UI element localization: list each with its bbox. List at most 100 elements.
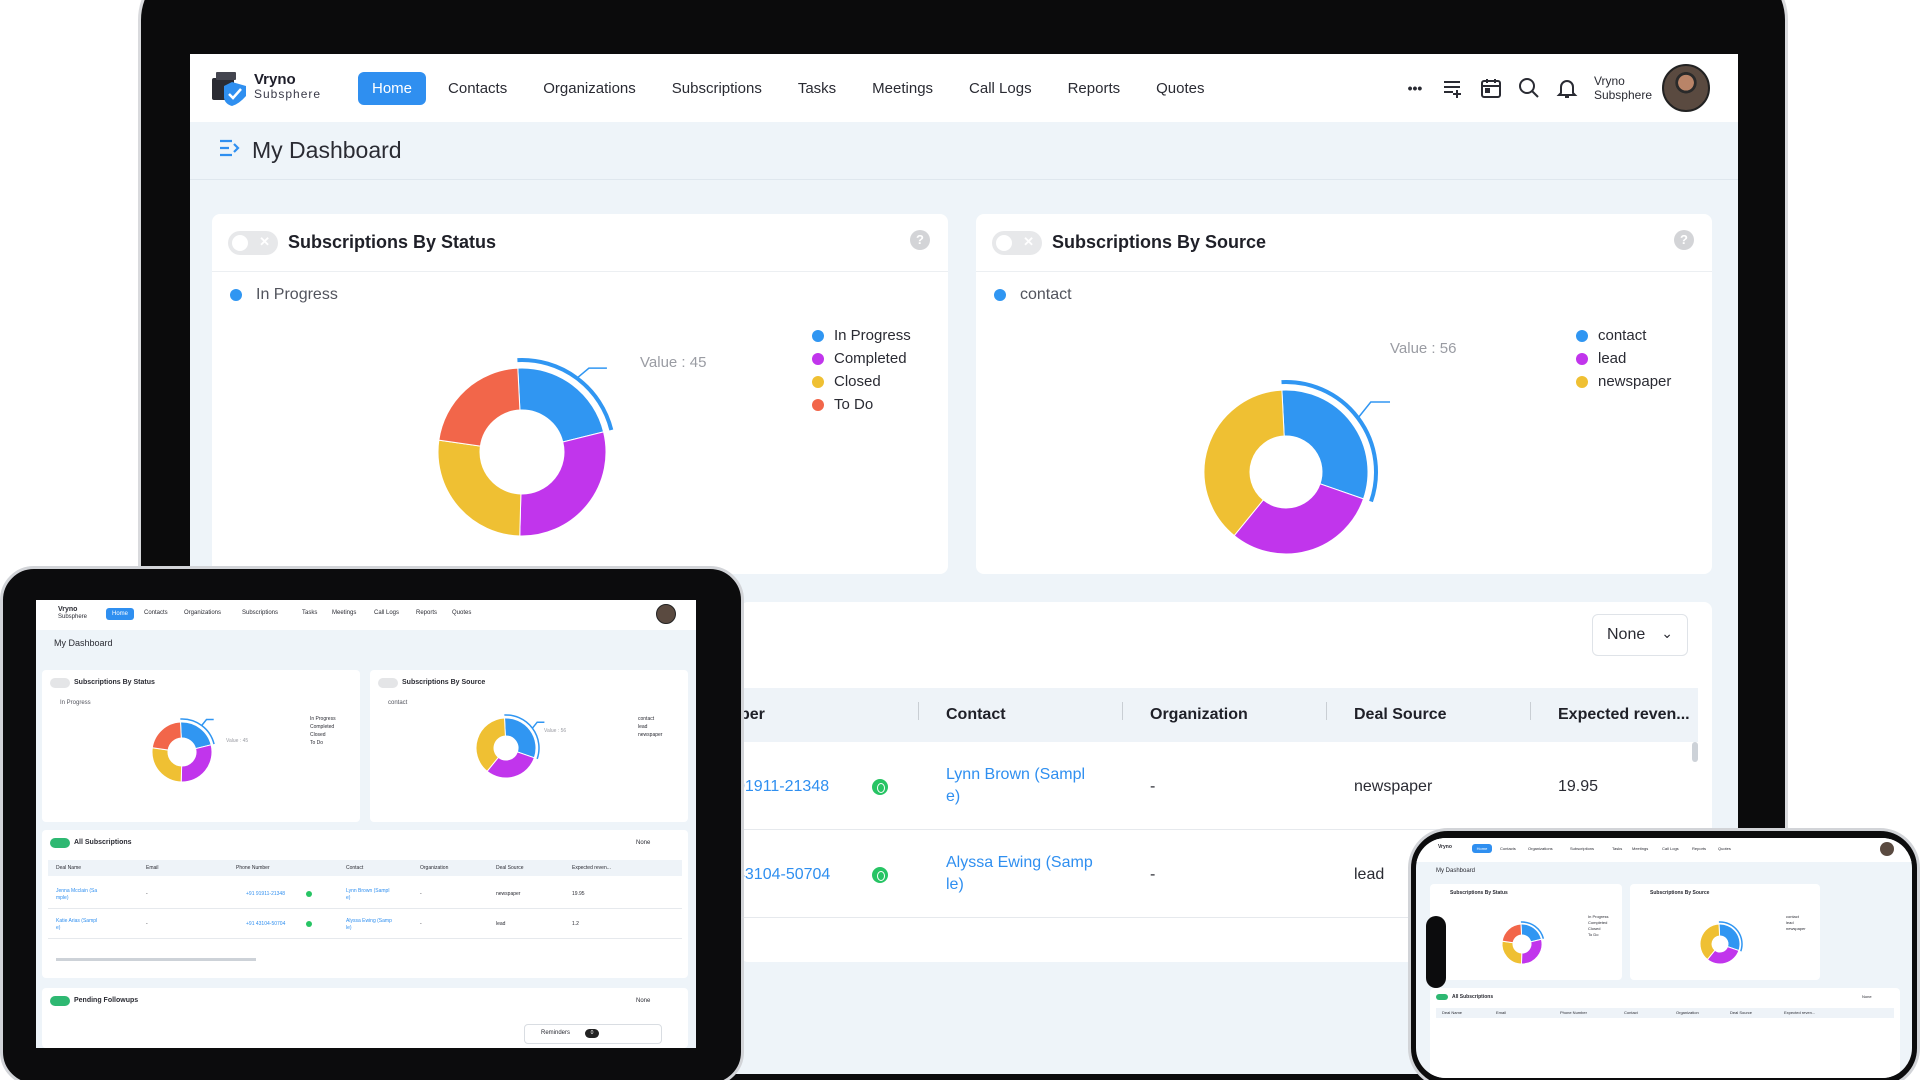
- contact-link-cont[interactable]: e): [346, 895, 350, 901]
- brand-logo[interactable]: Vryno Subsphere: [210, 68, 321, 106]
- source-donut-chart[interactable]: [976, 272, 1712, 572]
- phone-nav-quotes[interactable]: Quotes: [1718, 846, 1731, 851]
- column-header[interactable]: Contact: [1624, 1010, 1638, 1015]
- user-name[interactable]: Vryno Subsphere: [1594, 74, 1652, 102]
- source-donut-chart[interactable]: [1630, 884, 1820, 980]
- legend-item[interactable]: lead: [1786, 920, 1794, 925]
- column-header[interactable]: Contact: [346, 865, 363, 871]
- nav-call-logs[interactable]: Call Logs: [955, 72, 1046, 105]
- nav-meetings[interactable]: Meetings: [858, 72, 947, 105]
- status-donut-chart[interactable]: [42, 670, 360, 822]
- phone-avatar[interactable]: [1880, 842, 1894, 856]
- tablet-nav-contacts[interactable]: Contacts: [144, 610, 168, 616]
- legend-item[interactable]: In Progress: [812, 324, 911, 347]
- legend-item[interactable]: In Progress: [1588, 914, 1608, 919]
- contact-link[interactable]: Alyssa Ewing (Samp le): [946, 852, 1093, 896]
- column-header[interactable]: Phone Number: [1560, 1010, 1587, 1015]
- legend-item[interactable]: newspaper: [1786, 926, 1806, 931]
- tablet-nav-home[interactable]: Home: [106, 608, 134, 620]
- widget-toggle[interactable]: [1436, 994, 1448, 1000]
- phone-nav-organizations[interactable]: Organizations: [1528, 846, 1553, 851]
- nav-reports[interactable]: Reports: [1054, 72, 1135, 105]
- filter-select[interactable]: None ⌄: [1592, 614, 1688, 656]
- deal-name-link[interactable]: Katie Arias (Sampl: [56, 918, 97, 924]
- column-header[interactable]: Deal Name: [1442, 1010, 1462, 1015]
- phone-nav-meetings[interactable]: Meetings: [1632, 846, 1648, 851]
- bell-icon[interactable]: [1554, 75, 1580, 101]
- deal-name-link-cont[interactable]: e): [56, 925, 60, 931]
- menu-expand-icon[interactable]: [218, 137, 242, 165]
- donut-slice-contact[interactable]: [503, 717, 537, 759]
- source-donut-chart[interactable]: [370, 670, 688, 822]
- legend-item[interactable]: To Do: [310, 740, 323, 746]
- tablet-nav-subscriptions[interactable]: Subscriptions: [242, 610, 278, 616]
- list-add-icon[interactable]: [1440, 75, 1466, 101]
- filter-select[interactable]: None: [1862, 994, 1872, 999]
- deal-name-link-cont[interactable]: mple): [56, 895, 69, 901]
- legend-item[interactable]: To Do: [812, 393, 911, 416]
- status-donut-chart[interactable]: [212, 272, 948, 572]
- whatsapp-icon[interactable]: [872, 779, 888, 795]
- phone-nav-reports[interactable]: Reports: [1692, 846, 1706, 851]
- column-header[interactable]: Expected reven...: [1784, 1010, 1815, 1015]
- donut-slice-in-progress[interactable]: [1520, 923, 1543, 943]
- phone-nav-tasks[interactable]: Tasks: [1612, 846, 1622, 851]
- calendar-icon[interactable]: [1478, 75, 1504, 101]
- donut-slice-contact[interactable]: [1718, 923, 1741, 952]
- help-icon[interactable]: ?: [910, 230, 930, 250]
- phone-number[interactable]: 43104-50704: [736, 864, 830, 886]
- legend-item[interactable]: Completed: [310, 724, 334, 730]
- tablet-nav-tasks[interactable]: Tasks: [302, 610, 317, 616]
- widget-toggle[interactable]: ✕: [992, 230, 1042, 255]
- donut-slice-to-do[interactable]: [1501, 923, 1523, 944]
- legend-item[interactable]: newspaper: [638, 732, 662, 738]
- avatar[interactable]: [1662, 64, 1710, 112]
- legend-item[interactable]: In Progress: [310, 716, 336, 722]
- column-header[interactable]: Email: [146, 865, 159, 871]
- phone-nav-subscriptions[interactable]: Subscriptions: [1570, 846, 1594, 851]
- phone-brand[interactable]: Vryno: [1438, 844, 1452, 850]
- donut-slice-in-progress[interactable]: [517, 367, 605, 443]
- legend-item[interactable]: Closed: [1588, 926, 1600, 931]
- legend-item[interactable]: contact: [1576, 324, 1671, 347]
- donut-slice-closed[interactable]: [1501, 940, 1523, 965]
- phone-number[interactable]: 01911-21348: [736, 776, 829, 798]
- nav-organizations[interactable]: Organizations: [529, 72, 650, 105]
- legend-item[interactable]: contact: [638, 716, 654, 722]
- tablet-nav-meetings[interactable]: Meetings: [332, 610, 356, 616]
- tablet-nav-call-logs[interactable]: Call Logs: [374, 610, 399, 616]
- nav-contacts[interactable]: Contacts: [434, 72, 521, 105]
- contact-link[interactable]: Lynn Brown (Sampl e): [946, 764, 1085, 808]
- legend-item[interactable]: Completed: [812, 347, 911, 370]
- whatsapp-icon[interactable]: [306, 891, 312, 897]
- phone-number[interactable]: +91 43104-50704: [246, 921, 285, 927]
- column-header[interactable]: Email: [1496, 1010, 1506, 1015]
- contact-link[interactable]: Alyssa Ewing (Samp: [346, 918, 392, 924]
- donut-slice-completed[interactable]: [180, 744, 213, 783]
- nav-home[interactable]: Home: [358, 72, 427, 105]
- legend-item[interactable]: To Do: [1588, 932, 1598, 937]
- column-header[interactable]: Phone Number: [236, 865, 270, 871]
- donut-slice-to-do[interactable]: [438, 367, 521, 447]
- donut-slice-in-progress[interactable]: [179, 721, 212, 750]
- donut-slice-closed[interactable]: [151, 747, 183, 783]
- donut-slice-to-do[interactable]: [151, 721, 182, 751]
- whatsapp-icon[interactable]: [872, 867, 888, 883]
- contact-link[interactable]: Lynn Brown (Sampl: [346, 888, 389, 894]
- table-row[interactable]: 01911-21348 Lynn Brown (Sampl e) - newsp…: [736, 742, 1698, 830]
- horizontal-scrollbar[interactable]: [56, 958, 256, 961]
- legend-item[interactable]: newspaper: [1576, 370, 1671, 393]
- whatsapp-icon[interactable]: [306, 921, 312, 927]
- deal-name-link[interactable]: Jenna Mcclain (Sa: [56, 888, 97, 894]
- phone-nav-contacts[interactable]: Contacts: [1500, 846, 1516, 851]
- column-header[interactable]: Expected reven...: [572, 865, 611, 871]
- donut-slice-closed[interactable]: [437, 439, 522, 537]
- reminders-bar[interactable]: Reminders 0: [524, 1024, 662, 1044]
- legend-item[interactable]: Closed: [310, 732, 326, 738]
- legend-item[interactable]: lead: [1576, 347, 1671, 370]
- donut-slice-contact[interactable]: [1281, 389, 1369, 500]
- more-icon[interactable]: •••: [1402, 75, 1428, 101]
- column-header[interactable]: Organization: [420, 865, 448, 871]
- nav-subscriptions[interactable]: Subscriptions: [658, 72, 776, 105]
- column-header[interactable]: Deal Source: [1354, 706, 1446, 724]
